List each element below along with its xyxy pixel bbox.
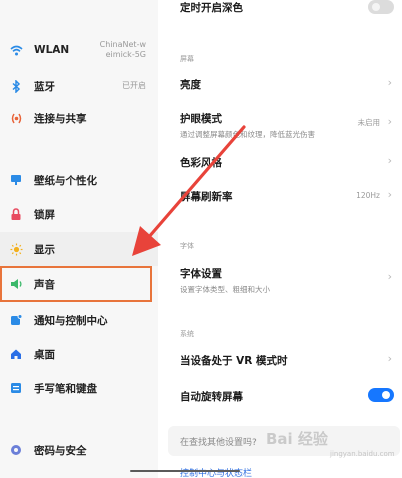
wallpaper-icon (9, 173, 23, 187)
sidebar-item-label: 手写笔和键盘 (34, 382, 97, 395)
baidu-watermark-url: jingyan.baidu.com (330, 450, 395, 458)
sun-icon (9, 242, 23, 256)
settings-screen: WLAN ChinaNet-w eimick-5G 蓝牙 已开启 连接与共享 壁… (0, 0, 402, 478)
row-subtitle: 通过调整屏幕颜色和纹理，降低蓝光伤害 (180, 130, 315, 139)
bluetooth-status: 已开启 (122, 81, 146, 90)
sidebar-item-stylus-keyboard[interactable]: 手写笔和键盘 (0, 371, 158, 405)
baidu-watermark: Bai 经验 (266, 430, 328, 448)
sidebar-item-wlan[interactable]: WLAN ChinaNet-w eimick-5G (0, 33, 158, 67)
refresh-rate-row[interactable]: 屏幕刷新率 120Hz › (180, 188, 402, 203)
sidebar-item-label: 蓝牙 (34, 80, 55, 93)
refresh-rate-value: 120Hz (356, 191, 380, 200)
wifi-network-name: ChinaNet-w eimick-5G (99, 40, 146, 59)
sidebar-item-bluetooth[interactable]: 蓝牙 已开启 (0, 69, 158, 103)
display-settings-panel: 定时开启深色 屏幕 亮度 › 护眼模式 通过调整屏幕颜色和纹理，降低蓝光伤害 未… (158, 0, 402, 478)
sidebar-item-label: 密码与安全 (34, 444, 87, 457)
notification-icon (9, 313, 23, 327)
eye-care-row[interactable]: 护眼模式 通过调整屏幕颜色和纹理，降低蓝光伤害 未启用 › (180, 111, 402, 139)
font-settings-row[interactable]: 字体设置 设置字体类型、粗细和大小 › (180, 266, 402, 294)
chevron-right-icon: › (387, 115, 392, 128)
chevron-right-icon: › (387, 352, 392, 365)
sidebar-item-connection-sharing[interactable]: 连接与共享 (0, 101, 158, 135)
sidebar-item-label: 显示 (34, 243, 55, 256)
sidebar-item-label: 连接与共享 (34, 112, 87, 125)
section-header-system: 系统 (180, 330, 194, 338)
home-indicator[interactable] (130, 470, 240, 472)
brightness-row[interactable]: 亮度 › (180, 76, 402, 91)
section-header-font: 字体 (180, 242, 194, 250)
sidebar-item-notifications[interactable]: 通知与控制中心 (0, 303, 158, 337)
sidebar-item-display[interactable]: 显示 (0, 232, 158, 266)
row-title: 字体设置 (180, 268, 222, 280)
vr-mode-row[interactable]: 当设备处于 VR 模式时 › (180, 352, 402, 367)
chevron-right-icon: › (387, 188, 392, 201)
sidebar-item-password-security[interactable]: 密码与安全 (0, 433, 158, 467)
wifi-icon (9, 43, 23, 57)
lock-icon (9, 207, 23, 221)
sidebar-item-desktop[interactable]: 桌面 (0, 337, 158, 371)
row-title: 色彩风格 (180, 157, 222, 169)
chevron-right-icon: › (387, 270, 392, 283)
security-icon (9, 443, 23, 457)
chevron-right-icon: › (387, 154, 392, 167)
color-style-row[interactable]: 色彩风格 › (180, 154, 402, 169)
scheduled-dark-mode-row[interactable]: 定时开启深色 (180, 0, 402, 15)
share-icon (9, 111, 23, 125)
sidebar-item-label: 锁屏 (34, 208, 55, 221)
bluetooth-icon (9, 79, 23, 93)
sound-highlight-box (0, 266, 152, 302)
auto-rotate-toggle[interactable] (368, 388, 394, 402)
sidebar-item-wallpaper[interactable]: 壁纸与个性化 (0, 163, 158, 197)
row-title: 当设备处于 VR 模式时 (180, 355, 288, 367)
chevron-right-icon: › (387, 76, 392, 89)
home-icon (9, 347, 23, 361)
scheduled-dark-mode-toggle[interactable] (368, 0, 394, 14)
sidebar-item-label: 通知与控制中心 (34, 314, 108, 327)
control-center-link[interactable]: 控制中心与状态栏 (180, 466, 252, 478)
row-title: 亮度 (180, 79, 201, 91)
auto-rotate-row[interactable]: 自动旋转屏幕 (180, 388, 402, 403)
eye-care-status: 未启用 (357, 118, 381, 127)
sidebar-item-label: 桌面 (34, 348, 55, 361)
section-header-screen: 屏幕 (180, 55, 194, 63)
row-subtitle: 设置字体类型、粗细和大小 (180, 285, 270, 294)
settings-sidebar: WLAN ChinaNet-w eimick-5G 蓝牙 已开启 连接与共享 壁… (0, 0, 158, 478)
keyboard-icon (9, 381, 23, 395)
sidebar-item-label: 壁纸与个性化 (34, 174, 97, 187)
sidebar-item-lockscreen[interactable]: 锁屏 (0, 197, 158, 231)
sidebar-item-label: WLAN (34, 44, 70, 56)
search-prompt: 在查找其他设置吗? (180, 438, 257, 448)
